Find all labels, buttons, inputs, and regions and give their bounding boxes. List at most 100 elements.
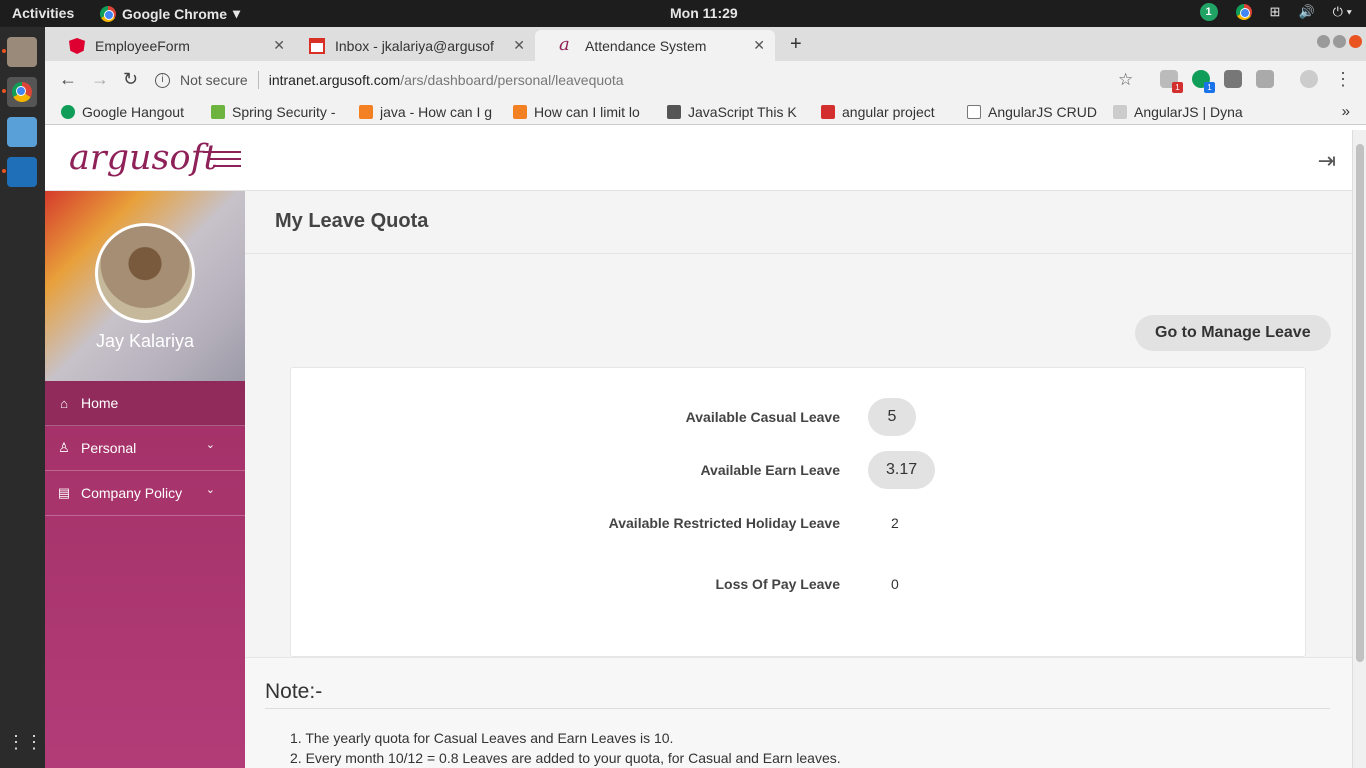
- bookmarks-bar: Google Hangout Spring Security - java - …: [45, 99, 1366, 125]
- user-name: Jay Kalariya: [95, 331, 195, 351]
- show-apps-icon[interactable]: ⋮⋮: [7, 732, 43, 762]
- bookmarks-overflow-icon[interactable]: »: [1342, 103, 1350, 120]
- tab-strip: EmployeeForm ✕ Inbox - jkalariya@argusof…: [45, 27, 1366, 61]
- divider: [265, 708, 1330, 709]
- logout-icon[interactable]: ⇥: [1318, 148, 1336, 174]
- text-t-icon: [667, 104, 681, 119]
- document-icon: ▤: [57, 485, 71, 500]
- bookmark-item[interactable]: angular project: [821, 104, 953, 120]
- hamburger-menu-icon[interactable]: [203, 151, 241, 172]
- window-close-icon[interactable]: [1349, 35, 1362, 48]
- tab-attendance-system[interactable]: a Attendance System ✕: [535, 30, 775, 61]
- extension-megaphone-icon[interactable]: [1224, 70, 1242, 88]
- chrome-tray-icon[interactable]: [1235, 4, 1252, 20]
- clock[interactable]: Mon 11:29: [670, 5, 738, 21]
- note-section: Note:- 1. The yearly quota for Casual Le…: [245, 657, 1352, 768]
- app-menu-label: Google Chrome: [122, 5, 228, 22]
- quota-row-earn: Available Earn Leave 3.17: [291, 450, 1307, 490]
- argusoft-logo[interactable]: argusoft: [69, 138, 218, 178]
- bookmark-item[interactable]: Spring Security -: [211, 104, 345, 120]
- sidebar-item-label: Home: [81, 395, 119, 411]
- chrome-dock-icon[interactable]: [7, 77, 37, 107]
- quota-label: Loss Of Pay Leave: [715, 576, 840, 592]
- browser-menu-icon[interactable]: ⋮: [1334, 69, 1352, 90]
- quota-label: Available Casual Leave: [685, 409, 840, 425]
- reload-icon[interactable]: ↻: [123, 69, 138, 90]
- security-label: Not secure: [180, 72, 248, 88]
- bookmark-item[interactable]: Google Hangout: [61, 104, 197, 120]
- forward-arrow-icon[interactable]: →: [91, 69, 109, 90]
- app-header: argusoft ⇥: [45, 130, 1366, 191]
- close-icon[interactable]: ✕: [273, 37, 285, 54]
- maximize-icon[interactable]: [1333, 35, 1346, 48]
- user-icon: ♙: [58, 440, 70, 455]
- scrollbar-thumb[interactable]: [1356, 144, 1364, 662]
- new-tab-button[interactable]: +: [790, 33, 802, 56]
- sidebar-item-home[interactable]: ⌂ Home: [45, 381, 245, 426]
- close-icon[interactable]: ✕: [513, 37, 525, 54]
- info-icon[interactable]: i: [155, 72, 170, 88]
- tab-label: EmployeeForm: [95, 37, 190, 54]
- extension-w-icon[interactable]: [1256, 70, 1274, 88]
- window-controls: [1317, 35, 1362, 48]
- tab-label: Attendance System: [585, 37, 707, 54]
- bookmark-item[interactable]: AngularJS CRUD: [967, 104, 1099, 120]
- extensions-area: 1 1: [1160, 70, 1318, 93]
- chevron-down-icon: ⌄: [205, 439, 215, 451]
- chrome-icon: [12, 82, 32, 102]
- browser-window: EmployeeForm ✕ Inbox - jkalariya@argusof…: [45, 27, 1366, 768]
- back-arrow-icon[interactable]: ←: [59, 69, 77, 90]
- close-icon[interactable]: ✕: [753, 37, 765, 54]
- sidebar-item-personal[interactable]: ♙ Personal ⌄: [45, 426, 245, 471]
- address-bar[interactable]: i Not secure intranet.argusoft.com /ars/…: [155, 66, 1145, 94]
- web-page: argusoft ⇥ Jay Kalariya ⌂ Home ♙ Persona…: [45, 130, 1366, 768]
- network-icon[interactable]: ⊞: [1270, 4, 1281, 20]
- quota-row-restricted-holiday: Available Restricted Holiday Leave 2: [291, 503, 1307, 543]
- quota-value-badge: 5: [868, 398, 916, 436]
- bookmark-item[interactable]: How can I limit lo: [513, 104, 653, 120]
- quota-value: 0: [891, 576, 899, 592]
- page-scrollbar[interactable]: [1352, 130, 1366, 768]
- files-icon[interactable]: [7, 37, 37, 67]
- hangouts-icon: [61, 104, 75, 119]
- extension-badge: 1: [1172, 82, 1183, 93]
- divider: [257, 71, 259, 89]
- url-path: /ars/dashboard/personal/leavequota: [400, 72, 624, 88]
- quota-value-badge: 3.17: [868, 451, 936, 489]
- bookmark-item[interactable]: AngularJS | Dyna: [1113, 104, 1253, 120]
- chrome-icon: [100, 5, 116, 22]
- home-icon: ⌂: [60, 395, 68, 411]
- vscode-icon[interactable]: [7, 157, 37, 187]
- spring-icon: [211, 104, 225, 119]
- avatar: [95, 223, 195, 323]
- app-menu[interactable]: Google Chrome ▾: [100, 5, 240, 22]
- sidebar: Jay Kalariya ⌂ Home ♙ Personal ⌄ ▤ Compa…: [45, 191, 245, 768]
- virtualbox-icon[interactable]: [7, 117, 37, 147]
- go-to-manage-leave-button[interactable]: Go to Manage Leave: [1135, 315, 1331, 351]
- bookmark-item[interactable]: JavaScript This K: [667, 104, 807, 120]
- minimize-icon[interactable]: [1317, 35, 1330, 48]
- system-tray: 1 ⊞ 🔊 ⏻ ▾: [1199, 3, 1352, 21]
- sidebar-item-company-policy[interactable]: ▤ Company Policy ⌄: [45, 471, 245, 516]
- leave-quota-card: Available Casual Leave 5 Available Earn …: [290, 367, 1306, 657]
- bookmark-star-icon[interactable]: ☆: [1118, 70, 1133, 90]
- activities-button[interactable]: Activities: [12, 5, 74, 21]
- tab-employeeform[interactable]: EmployeeForm ✕: [45, 30, 295, 61]
- power-icon[interactable]: ⏻ ▾: [1333, 4, 1352, 20]
- notification-badge-icon[interactable]: 1: [1199, 3, 1218, 21]
- running-indicator: [2, 89, 6, 93]
- extension-shield-icon[interactable]: 1: [1160, 70, 1183, 93]
- quota-row-loss-of-pay: Loss Of Pay Leave 0: [291, 564, 1307, 604]
- note-item: 2. Every month 10/12 = 0.8 Leaves are ad…: [290, 750, 841, 766]
- extension-hangouts-icon[interactable]: 1: [1192, 70, 1215, 93]
- note-title: Note:-: [265, 680, 323, 703]
- system-top-bar: Activities Google Chrome ▾ Mon 11:29 1 ⊞…: [0, 0, 1366, 27]
- bookmark-item[interactable]: java - How can I g: [359, 104, 499, 120]
- profile-icon[interactable]: [1300, 70, 1318, 88]
- running-indicator: [2, 49, 6, 53]
- gmail-icon: [309, 38, 325, 54]
- stackoverflow-icon: [359, 104, 373, 119]
- note-item: 1. The yearly quota for Casual Leaves an…: [290, 730, 674, 746]
- tab-inbox[interactable]: Inbox - jkalariya@argusof ✕: [285, 30, 535, 61]
- volume-icon[interactable]: 🔊: [1298, 4, 1314, 20]
